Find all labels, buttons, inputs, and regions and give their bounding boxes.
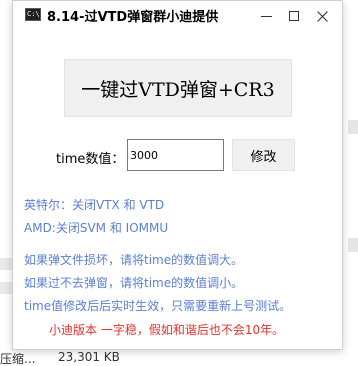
maximize-button[interactable]	[279, 1, 309, 31]
console-app-icon: C:\	[25, 8, 41, 21]
background-sidebar-block	[0, 282, 12, 294]
bypass-vtd-button[interactable]: 一键过VTD弹窗+CR3	[64, 59, 292, 117]
file-corrupt-tip: 如果弹文件损坏，请将time的数值调大。	[24, 253, 244, 267]
background-sidebar-block	[0, 258, 12, 270]
background-sidebar-block	[348, 120, 358, 134]
time-label: time数值：	[56, 152, 125, 167]
background-panel	[0, 0, 12, 346]
close-icon	[316, 10, 328, 22]
title-bar[interactable]: C:\ 8.14-过VTD弹窗群小迪提供	[13, 1, 342, 31]
window-title: 8.14-过VTD弹窗群小迪提供	[47, 10, 219, 25]
modify-button[interactable]: 修改	[232, 139, 295, 171]
dialog-window: C:\ 8.14-过VTD弹窗群小迪提供 一键过VTD弹窗+CR3 time数值…	[12, 0, 343, 350]
background-sidebar-block	[348, 238, 358, 252]
file-size-text: 23,301 KB	[58, 350, 120, 364]
time-value-input[interactable]	[127, 139, 224, 171]
popup-fail-tip: 如果过不去弹窗，请将time的数值调小。	[24, 276, 244, 290]
close-button[interactable]	[307, 1, 337, 31]
file-type-text: 压缩...	[0, 352, 36, 366]
minimize-icon	[260, 15, 272, 17]
minimize-button[interactable]	[251, 1, 281, 31]
maximize-icon	[289, 11, 299, 21]
amd-note: AMD:关闭SVM 和 IOMMU	[24, 221, 169, 235]
version-note: 小迪版本 一字稳，假如和谐后也不会10年。	[49, 323, 285, 337]
realtime-tip: time值修改后后实时生效，只需要重新上号测试。	[24, 299, 292, 313]
intel-note: 英特尔：关闭VTX 和 VTD	[24, 198, 165, 212]
